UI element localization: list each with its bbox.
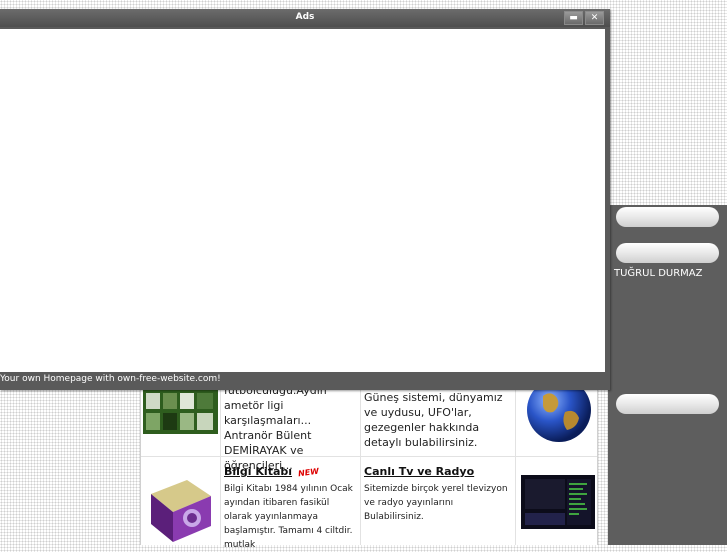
globe-thumbnail[interactable] xyxy=(523,378,595,446)
item-description: Sitemizde birçok yerel tlevizyon ve rady… xyxy=(364,484,508,522)
ads-window: Ads ▬ ✕ Your own Homepage with own-free-… xyxy=(0,9,610,390)
item-description: Bilgi Kitabı 1984 yılının Ocak ayından i… xyxy=(224,484,353,550)
sidebar-menu-button-2[interactable] xyxy=(616,243,719,263)
right-sidebar: TUĞRUL DURMAZ xyxy=(608,205,727,545)
canli-tv-item: Canlı Tv ve Radyo Sitemizde birçok yerel… xyxy=(364,460,512,524)
book-thumbnail[interactable] xyxy=(143,472,218,542)
ads-window-title: Ads xyxy=(295,12,315,22)
ads-titlebar[interactable]: Ads ▬ ✕ xyxy=(0,9,610,27)
sidebar-menu-button-3[interactable] xyxy=(616,394,719,414)
ads-content-area xyxy=(0,29,605,372)
sidebar-menu-button-1[interactable] xyxy=(616,207,719,227)
minimize-icon[interactable]: ▬ xyxy=(564,11,583,25)
tv-screenshot-thumbnail[interactable] xyxy=(521,475,595,529)
sidebar-author-name: TUĞRUL DURMAZ xyxy=(614,268,703,279)
new-badge: NEW xyxy=(297,466,320,479)
content-grid: futbolculuğu.Aydın ametör ligi karşılaşm… xyxy=(140,378,598,550)
close-icon[interactable]: ✕ xyxy=(585,11,604,25)
bilgi-kitabi-item: Bilgi Kitabı NEW Bilgi Kitabı 1984 yılını… xyxy=(224,460,358,552)
ads-footer-link[interactable]: Your own Homepage with own-free-website.… xyxy=(0,374,221,384)
canli-tv-link[interactable]: Canlı Tv ve Radyo xyxy=(364,465,474,478)
photo-collage-thumbnail[interactable] xyxy=(143,390,218,434)
item-description: Güneş sistemi, dünyamız ve uydusu, UFO'l… xyxy=(364,391,503,449)
bilgi-kitabi-link[interactable]: Bilgi Kitabı xyxy=(224,465,292,478)
